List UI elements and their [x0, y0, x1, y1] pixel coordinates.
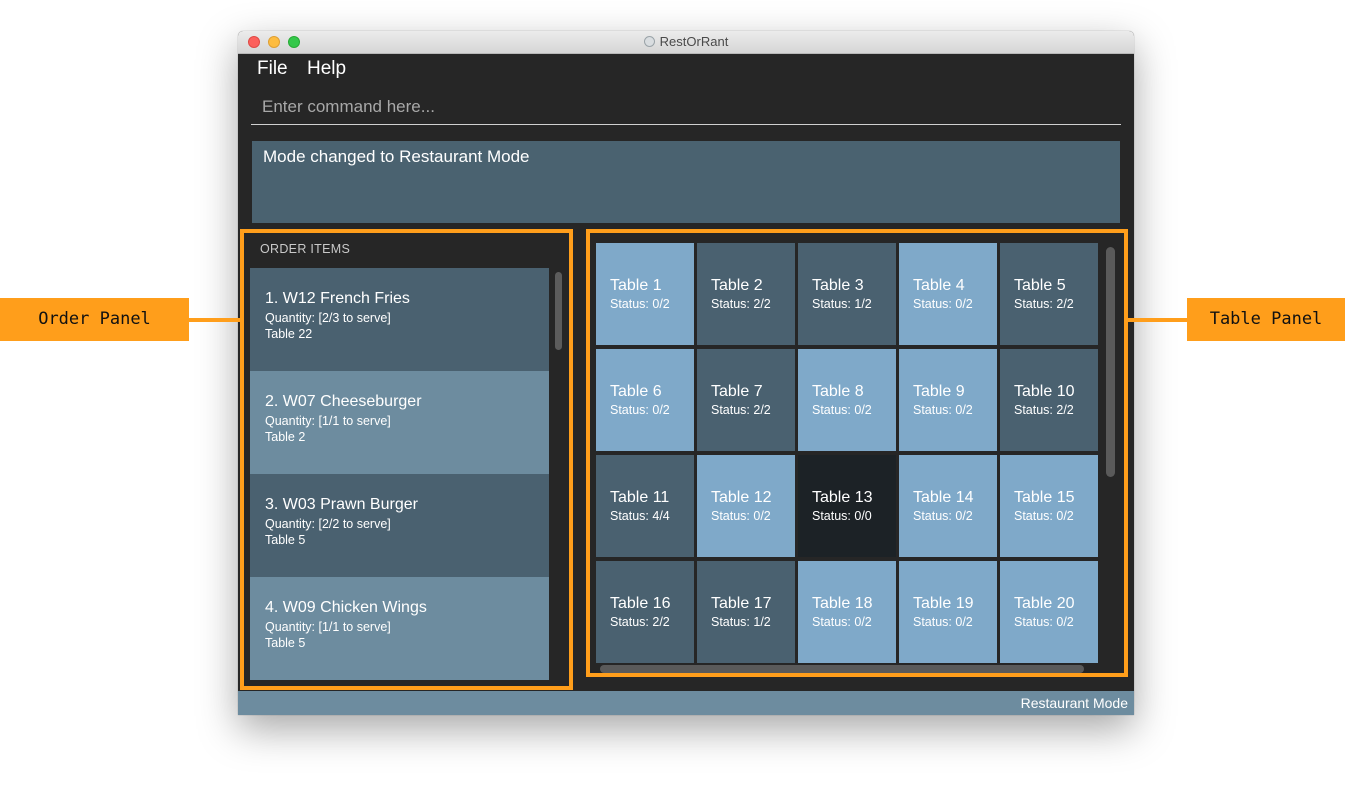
table-panel-connector	[1126, 318, 1188, 322]
command-input[interactable]: Enter command here...	[251, 89, 1121, 125]
order-panel-callout: Order Panel	[0, 298, 189, 341]
menu-bar: File Help	[238, 54, 1134, 84]
menu-help[interactable]: Help	[307, 58, 346, 80]
title-bar: RestOrRant	[238, 31, 1134, 54]
window-title: RestOrRant	[659, 34, 729, 49]
app-icon	[643, 36, 655, 47]
status-bar: Restaurant Mode	[238, 691, 1134, 715]
menu-file[interactable]: File	[257, 58, 288, 80]
mode-indicator: Restaurant Mode	[1020, 695, 1128, 711]
table-panel-highlight	[586, 229, 1128, 677]
order-panel-highlight	[240, 229, 573, 690]
result-display: Mode changed to Restaurant Mode	[252, 141, 1120, 223]
order-panel-connector	[188, 318, 242, 322]
table-panel-callout: Table Panel	[1187, 298, 1345, 341]
